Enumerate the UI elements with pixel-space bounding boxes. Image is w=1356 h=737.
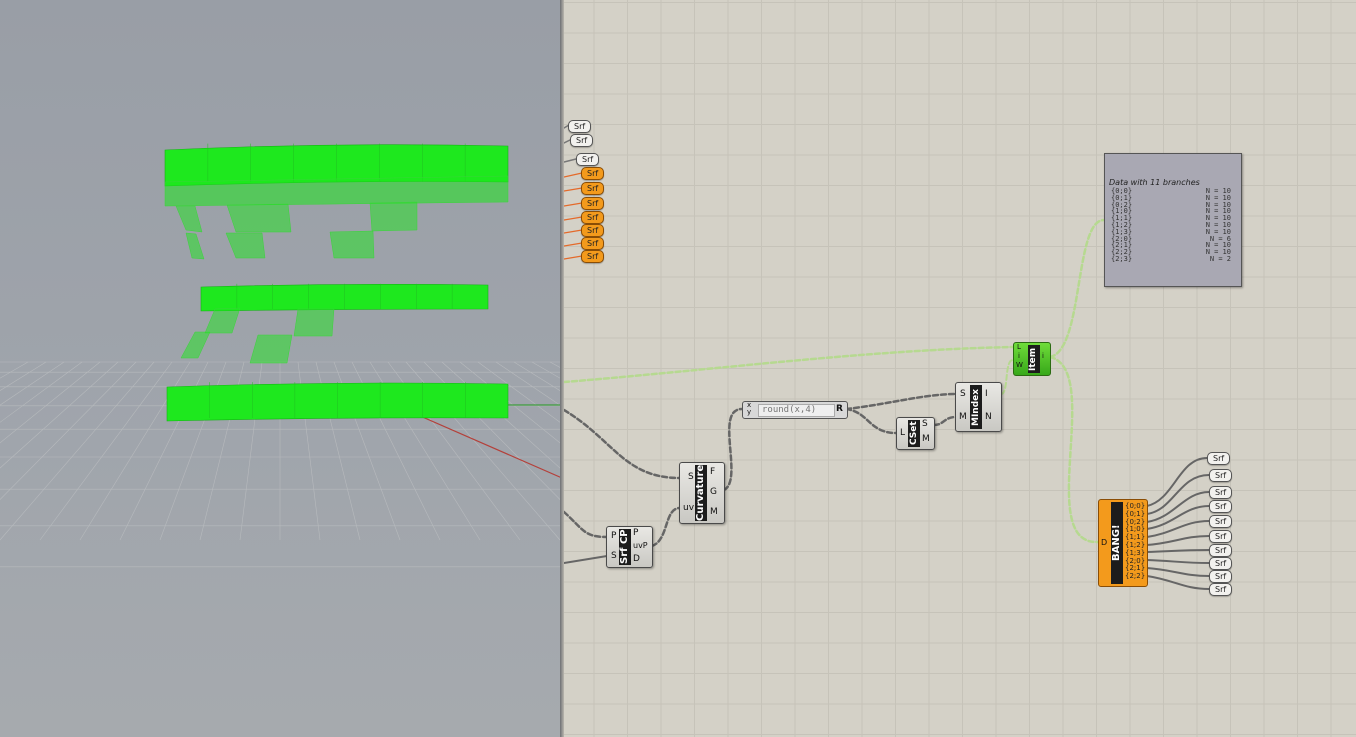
curvature-output-m[interactable]: M xyxy=(710,507,718,517)
green-tile xyxy=(225,232,266,259)
bang-output[interactable]: {2;0} xyxy=(1125,557,1145,565)
green-tile xyxy=(175,205,203,233)
srf-param[interactable]: Srf xyxy=(1209,486,1233,499)
green-tile xyxy=(180,331,211,359)
srf-param[interactable]: Srf xyxy=(1209,469,1233,482)
item-label: Item xyxy=(1028,345,1040,373)
green-surfaces xyxy=(164,143,509,422)
panel-row-count: N = 2 xyxy=(1209,255,1231,263)
green-tile xyxy=(369,201,418,232)
srf-cp-output-uvp[interactable]: uvP xyxy=(633,541,648,550)
grasshopper-canvas[interactable]: Srf Srf Srf Srf Srf Srf Srf Srf Srf Srf … xyxy=(564,0,1356,737)
curvature-label: Curvature xyxy=(695,464,707,521)
bang-output[interactable]: {1;0} xyxy=(1125,525,1145,533)
cset-output-s[interactable]: S xyxy=(922,419,928,429)
srf-param[interactable]: Srf xyxy=(1209,530,1233,543)
bang-component[interactable]: D BANG! {0;0} {0;1} {0;2} {1;0} {1;1} {1;2} {1… xyxy=(1098,499,1148,587)
item-output-i[interactable]: i xyxy=(1042,352,1044,360)
cset-component[interactable]: L CSet S M xyxy=(896,417,935,450)
bang-output[interactable]: {2;2} xyxy=(1125,572,1145,580)
panel-row: {2;3} N = 2 xyxy=(1111,255,1231,263)
mindex-input-m[interactable]: M xyxy=(959,412,967,422)
curvature-output-g[interactable]: G xyxy=(710,487,717,497)
curvature-input-s[interactable]: S xyxy=(688,472,694,482)
mindex-input-s[interactable]: S xyxy=(960,389,966,399)
srf-param[interactable]: Srf xyxy=(1209,583,1233,596)
srf-param[interactable]: Srf xyxy=(581,182,605,195)
srf-param[interactable]: Srf xyxy=(581,211,605,224)
srf-cp-input-s[interactable]: S xyxy=(611,551,617,561)
green-tile xyxy=(329,230,375,259)
bang-output[interactable]: {0;2} xyxy=(1125,518,1145,526)
panel-title: Data with 11 branches xyxy=(1109,178,1200,187)
bang-label: BANG! xyxy=(1111,502,1123,584)
srf-param[interactable]: Srf xyxy=(1209,544,1233,557)
expression-output-r[interactable]: R xyxy=(836,404,843,414)
expression-component[interactable]: x y round(x,4) R xyxy=(742,401,848,419)
data-panel[interactable]: Data with 11 branches {0;0} N = 10 {0;1} N … xyxy=(1104,153,1242,287)
srf-cp-output-p[interactable]: P xyxy=(633,528,638,538)
srf-param[interactable]: Srf xyxy=(581,237,605,250)
mindex-output-n[interactable]: N xyxy=(985,412,992,422)
bang-output[interactable]: {0;1} xyxy=(1125,510,1145,518)
mindex-component[interactable]: S M MIndex I N xyxy=(955,382,1002,432)
mindex-output-i[interactable]: I xyxy=(985,389,988,399)
srf-cp-output-d[interactable]: D xyxy=(633,554,640,564)
srf-param[interactable]: Srf xyxy=(568,120,592,133)
green-tile xyxy=(185,232,205,260)
bang-output[interactable]: {2;1} xyxy=(1125,564,1145,572)
bang-output[interactable]: {1;3} xyxy=(1125,549,1145,557)
panel-row-path: {2;3} xyxy=(1111,255,1133,263)
srf-param[interactable]: Srf xyxy=(1209,515,1233,528)
green-tile xyxy=(249,334,293,364)
expression-text[interactable]: round(x,4) xyxy=(758,404,835,417)
bang-output[interactable]: {1;2} xyxy=(1125,541,1145,549)
srf-cp-label: Srf CP xyxy=(619,529,631,565)
srf-param[interactable]: Srf xyxy=(581,167,605,180)
curvature-output-f[interactable]: F xyxy=(710,467,715,477)
viewport-scene xyxy=(0,143,562,568)
rhino-viewport[interactable] xyxy=(0,0,562,737)
item-input-l[interactable]: L xyxy=(1017,343,1021,351)
wire-layer xyxy=(564,124,1210,590)
srf-param[interactable]: Srf xyxy=(1207,452,1231,465)
srf-param[interactable]: Srf xyxy=(570,134,594,147)
expression-input-y[interactable]: y xyxy=(747,408,751,416)
srf-cp-input-p[interactable]: P xyxy=(611,531,616,541)
bang-input-d[interactable]: D xyxy=(1101,538,1107,547)
srf-param[interactable]: Srf xyxy=(581,224,605,237)
srf-param[interactable]: Srf xyxy=(576,153,600,166)
cset-input-l[interactable]: L xyxy=(900,428,905,438)
item-input-w[interactable]: W xyxy=(1016,361,1023,369)
curvature-component[interactable]: S uv Curvature F G M xyxy=(679,462,725,524)
srf-param[interactable]: Srf xyxy=(1209,557,1233,570)
srf-cp-component[interactable]: P S Srf CP P uvP D xyxy=(606,526,653,568)
cset-output-m[interactable]: M xyxy=(922,434,930,444)
mindex-label: MIndex xyxy=(970,385,982,429)
srf-param[interactable]: Srf xyxy=(581,250,605,263)
green-tile xyxy=(226,203,292,233)
bang-output[interactable]: {1;1} xyxy=(1125,533,1145,541)
green-tile xyxy=(204,307,241,334)
srf-param[interactable]: Srf xyxy=(1209,570,1233,583)
srf-param[interactable]: Srf xyxy=(581,197,605,210)
green-tile xyxy=(293,308,335,337)
curvature-input-uv[interactable]: uv xyxy=(683,503,694,513)
srf-param[interactable]: Srf xyxy=(1209,500,1233,513)
item-component[interactable]: L i W Item i xyxy=(1013,342,1051,376)
cset-label: CSet xyxy=(908,420,920,447)
item-input-i[interactable]: i xyxy=(1018,352,1020,360)
bang-output[interactable]: {0;0} xyxy=(1125,502,1145,510)
